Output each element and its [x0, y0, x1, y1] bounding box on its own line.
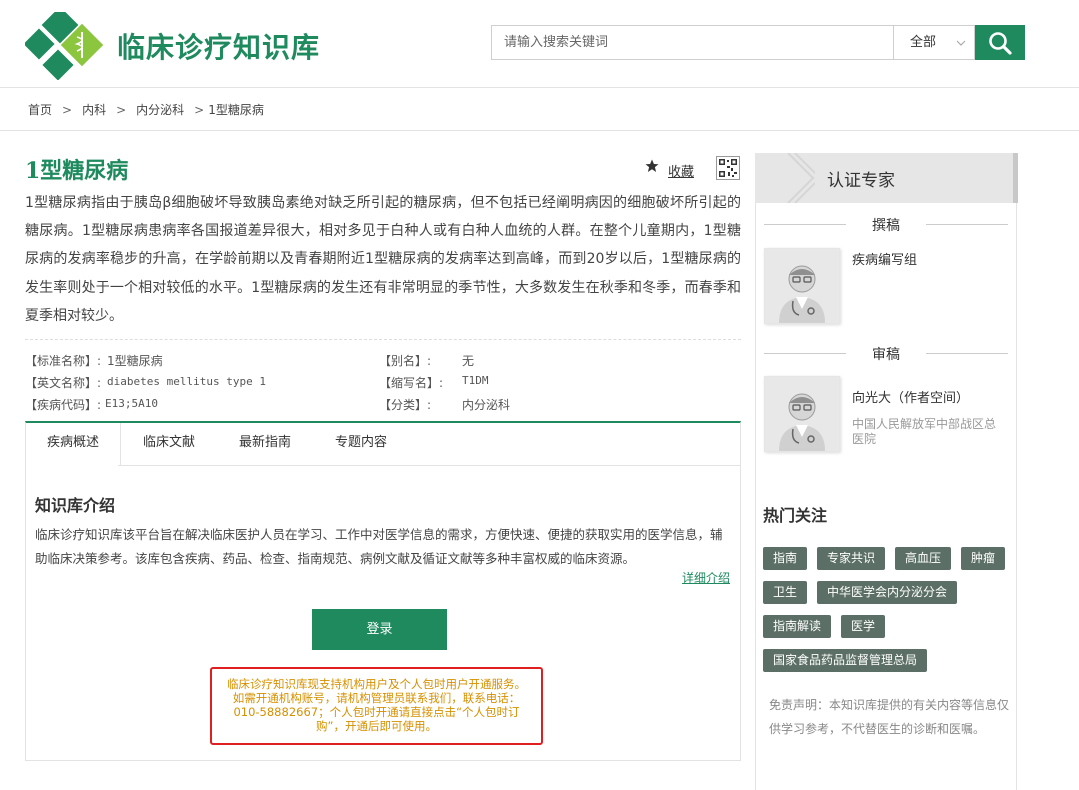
- breadcrumb-home[interactable]: 首页: [28, 101, 52, 118]
- author-name[interactable]: 疾病编写组: [852, 249, 917, 268]
- disclaimer: 免责声明：本知识库提供的有关内容等信息仅供学习参考，不代替医生的诊断和医嘱。: [769, 698, 1010, 736]
- tag-item[interactable]: 指南解读: [763, 615, 832, 638]
- tab-overview[interactable]: 疾病概述: [26, 423, 122, 466]
- divider: [25, 339, 741, 340]
- breadcrumb: 首页 > 内科 > 内分泌科 > 1型糖尿病: [0, 89, 1079, 131]
- abbr-value: T1DM: [462, 374, 489, 387]
- std-name-label: 【标准名称】:: [25, 354, 102, 368]
- breadcrumb-separator: >: [62, 102, 73, 117]
- reviewer-name[interactable]: 向光大（作者空间）: [852, 387, 969, 406]
- tag-item[interactable]: 专家共识: [817, 547, 886, 570]
- tab-guidelines[interactable]: 最新指南: [217, 423, 313, 465]
- en-name-label: 【英文名称】:: [25, 376, 102, 390]
- sidebar-header-accent: [1013, 153, 1018, 203]
- site-logo-icon[interactable]: [25, 12, 105, 80]
- doctor-avatar-icon: [765, 249, 839, 323]
- site-title[interactable]: 临床诊疗知识库: [117, 26, 320, 66]
- search-icon: [989, 31, 1012, 55]
- favorite-link[interactable]: 收藏: [668, 161, 694, 180]
- tag-item[interactable]: 医学: [841, 615, 886, 638]
- breadcrumb-current: 1型糖尿病: [208, 103, 264, 117]
- tag-item[interactable]: 肿瘤: [961, 547, 1006, 570]
- tabs-panel: 疾病概述 临床文献 最新指南 专题内容 知识库介绍 临床诊疗知识库该平台旨在解决…: [25, 421, 741, 761]
- tab-bar: 疾病概述 临床文献 最新指南 专题内容: [26, 423, 740, 466]
- breadcrumb-separator: >: [194, 102, 205, 117]
- reviewer-section-label: 审稿: [764, 344, 1008, 364]
- code-value: E13;5A10: [105, 397, 158, 410]
- tab-topics[interactable]: 专题内容: [313, 423, 409, 465]
- search-button[interactable]: [975, 25, 1025, 60]
- avatar[interactable]: [764, 376, 840, 452]
- doctor-avatar-icon: [765, 377, 839, 451]
- std-name-value: 1型糖尿病: [107, 354, 163, 368]
- category-value: 内分泌科: [462, 398, 511, 412]
- disease-summary: 1型糖尿病指由于胰岛β细胞破坏导致胰岛素绝对缺乏所引起的糖尿病，但不包括已经阐明…: [25, 195, 741, 324]
- chevron-down-icon: [956, 40, 966, 46]
- site-header: 临床诊疗知识库 请输入搜索关键词 全部: [0, 0, 1079, 88]
- breadcrumb-separator: >: [116, 102, 127, 117]
- tag-item[interactable]: 指南: [763, 547, 808, 570]
- abbr-label: 【缩写名】:: [379, 376, 444, 390]
- sidebar-header: 认证专家: [755, 153, 1018, 203]
- search-scope-value: 全部: [910, 35, 937, 50]
- star-icon[interactable]: [645, 159, 659, 173]
- category-label: 【分类】:: [379, 398, 432, 412]
- alias-label: 【别名】:: [379, 354, 432, 368]
- author-section-label: 撰稿: [764, 215, 1008, 235]
- page-title: 1型糖尿病: [25, 158, 129, 184]
- disease-meta: 【标准名称】: 1型糖尿病 【别名】: 无 【英文名称】: diabetes m…: [25, 352, 741, 418]
- tag-item[interactable]: 中华医学会内分泌分会: [817, 581, 958, 604]
- breadcrumb-internal-medicine[interactable]: 内科: [82, 101, 106, 118]
- chevron-right-icon: [787, 153, 815, 203]
- hot-topics-title: 热门关注: [763, 506, 828, 525]
- sidebar: 认证专家 撰稿 疾病编写组 审稿 向光大（作者空间） 中国人民解放军中部战区总医…: [755, 153, 1018, 790]
- tag-item[interactable]: 国家食品药品监督管理总局: [763, 649, 928, 672]
- reviewer-organization: 中国人民解放军中部战区总医院: [852, 417, 997, 446]
- search-scope-select[interactable]: 全部: [893, 25, 975, 60]
- tag-item[interactable]: 卫生: [763, 581, 808, 604]
- avatar[interactable]: [764, 248, 840, 324]
- subscription-notice: 临床诊疗知识库现支持机构用户及个人包时用户开通服务。如需开通机构账号，请机构管理…: [210, 667, 543, 745]
- tag-item[interactable]: 高血压: [895, 547, 952, 570]
- detail-link[interactable]: 详细介绍: [682, 569, 730, 586]
- tab-literature[interactable]: 临床文献: [121, 423, 217, 465]
- qr-code-icon[interactable]: [716, 156, 740, 180]
- sidebar-title: 认证专家: [827, 171, 895, 191]
- intro-title: 知识库介绍: [35, 496, 116, 515]
- tab-bar-divider: [118, 465, 740, 466]
- code-label: 【疾病代码】:: [25, 398, 102, 412]
- en-name-value: diabetes mellitus type 1: [107, 375, 266, 388]
- alias-value: 无: [462, 354, 475, 368]
- login-button[interactable]: 登录: [312, 609, 447, 650]
- search-input[interactable]: 请输入搜索关键词: [491, 25, 894, 60]
- breadcrumb-endocrinology[interactable]: 内分泌科: [136, 101, 184, 118]
- intro-text: 临床诊疗知识库该平台旨在解决临床医护人员在学习、工作中对医学信息的需求，方便快速…: [35, 527, 723, 566]
